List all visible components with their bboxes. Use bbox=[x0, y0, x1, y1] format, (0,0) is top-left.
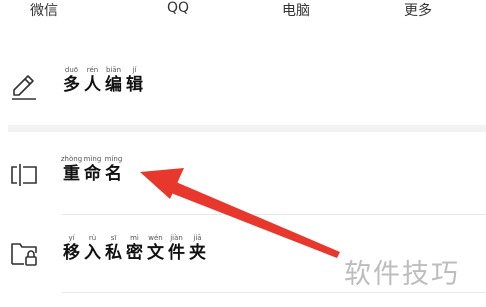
watermark: 软件技巧 bbox=[344, 259, 460, 290]
arrow-shaft bbox=[171, 182, 340, 258]
